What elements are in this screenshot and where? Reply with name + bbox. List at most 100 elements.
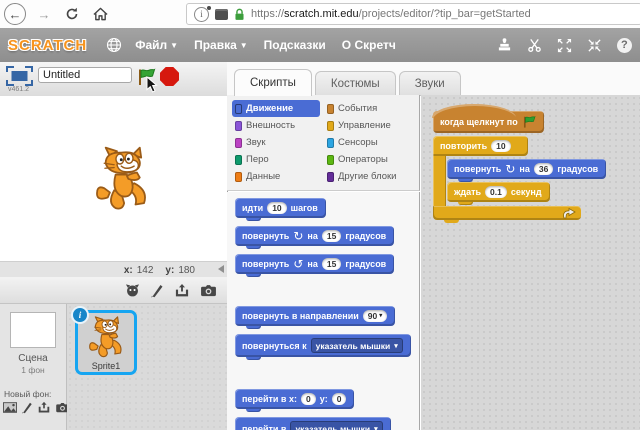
block-number-input[interactable]: 36 [534,163,553,175]
forward-button[interactable]: → [34,4,54,24]
green-flag-icon [522,115,536,129]
upload-backdrop-button[interactable] [37,401,51,414]
paint-new-sprite-button[interactable] [150,283,164,298]
scripts-area[interactable]: когда щелкнут поповторить10повернуть↻на3… [421,95,640,430]
palette-block-4[interactable]: повернуть в направлении90▾ [235,306,395,326]
block-help-icon[interactable]: ? [617,38,632,53]
repeat-block-foot[interactable] [433,206,581,220]
tab-0[interactable]: Скрипты [234,69,312,96]
app-window: ← → i https://scratch.mit.edu/projects/e… [0,0,640,430]
when-flag-clicked-hat-block[interactable]: когда щелкнут по [433,111,544,133]
dropdown-caret-icon: ▾ [374,425,378,430]
script: когда щелкнут поповторить10повернуть↻на3… [433,105,606,220]
category-item[interactable]: Перо [232,151,320,168]
language-button[interactable] [106,37,122,53]
category-item[interactable]: Движение [232,100,320,117]
paint-backdrop-button[interactable] [21,401,33,414]
sprite-name-label: Sprite1 [80,361,132,371]
mouse-cursor-icon [146,76,158,93]
palette-block-5[interactable]: повернуться к указатель мышки▾ [235,334,411,357]
palette-block-2[interactable]: повернуть↺на15градусов [235,254,394,274]
menu-item-2[interactable]: Подсказки [264,38,326,52]
palette-block-1[interactable]: повернуть↻на15градусов [235,226,394,246]
stage[interactable] [0,96,227,261]
backdrop-library-button[interactable] [3,402,17,413]
sprite-info-badge[interactable]: i [71,306,89,324]
block-label: на [307,258,317,270]
upload-icon [37,401,51,414]
category-item[interactable]: Операторы [324,151,419,168]
camera-sprite-button[interactable] [200,284,217,297]
category-item[interactable]: Данные [232,168,320,185]
url-text: https://scratch.mit.edu/projects/editor/… [251,8,531,20]
cat-sprite[interactable] [90,146,154,214]
upload-sprite-button[interactable] [174,283,190,298]
category-label: Перо [246,154,269,165]
version-label: v461.2 [8,86,29,93]
editor-tabs: СкриптыКостюмыЗвуки [227,62,640,96]
grow-button[interactable] [557,37,573,53]
loop-arrow-icon [561,208,576,219]
block-number-input[interactable]: 10 [491,140,510,152]
home-button[interactable] [90,4,110,24]
project-name-input[interactable] [38,67,132,83]
block-number-input[interactable]: 0 [332,393,347,405]
block-number-input[interactable]: 10 [267,202,286,214]
block-label: градусов [557,163,598,175]
upload-icon [174,283,190,298]
palette-block-7[interactable]: перейти в x:0y:0 [235,389,354,409]
palette-block-0[interactable]: идти10шагов [235,198,326,218]
category-color-swatch [327,104,334,114]
script-block-1[interactable]: ждать0.1секунд [447,182,550,202]
block-number-input[interactable]: 0 [301,393,316,405]
category-item[interactable]: Сенсоры [324,134,419,151]
block-number-input[interactable]: 15 [322,230,341,242]
block-dropdown[interactable]: указатель мышки▾ [290,421,382,430]
block-label: повернуть [242,258,289,270]
rotate-cw-icon: ↻ [505,164,515,174]
block-number-input[interactable]: 0.1 [485,186,507,198]
site-info-icon[interactable]: i [194,7,209,22]
category-color-swatch [235,155,242,165]
stage-thumbnail[interactable] [10,312,56,348]
category-color-swatch [327,172,334,182]
stage-label: Сцена [18,353,47,364]
picture-icon [3,402,17,413]
category-item[interactable]: Внешность [232,117,320,134]
category-color-swatch [235,121,242,131]
scratch-logo[interactable]: SCRATCH [8,37,87,54]
address-bar[interactable]: i https://scratch.mit.edu/projects/edito… [186,3,640,25]
menu-item-3[interactable]: О Скретч [342,38,396,52]
sprite-library-icon [125,283,140,298]
new-sprite-library-button[interactable] [125,283,140,298]
block-number-input[interactable]: 15 [322,258,341,270]
repeat-block-top[interactable]: повторить10 [433,136,528,156]
category-item[interactable]: События [324,100,419,117]
tab-2[interactable]: Звуки [399,71,461,95]
category-item[interactable]: Управление [324,117,419,134]
back-button[interactable]: ← [4,3,26,25]
reload-button[interactable] [62,4,82,24]
sprite-thumbnail[interactable]: i Sprite1 [75,310,137,375]
category-item[interactable]: Другие блоки [324,168,419,185]
duplicate-button[interactable] [497,37,513,53]
menu-item-0[interactable]: Файл▼ [135,38,178,52]
script-block-0[interactable]: повернуть↻на36градусов [447,159,606,179]
menu-item-1[interactable]: Правка▼ [194,38,248,52]
collapse-arrow-icon[interactable] [218,265,224,273]
shrink-button[interactable] [587,37,603,53]
category-item[interactable]: Звук [232,134,320,151]
stop-button[interactable] [160,67,179,86]
delete-button[interactable] [527,37,543,53]
block-label: перейти в [242,423,286,430]
block-label: повернуться к [242,340,307,352]
tab-1[interactable]: Костюмы [315,71,396,95]
reload-icon [65,7,79,21]
block-label: на [307,230,317,242]
block-dropdown[interactable]: указатель мышки▾ [311,338,403,353]
fullscreen-button[interactable] [6,66,33,86]
block-label: шагов [291,202,318,214]
block-number-dropdown[interactable]: 90▾ [363,310,387,322]
extension-icon[interactable] [215,9,228,20]
palette-block-8[interactable]: перейти в указатель мышки▾ [235,417,391,430]
